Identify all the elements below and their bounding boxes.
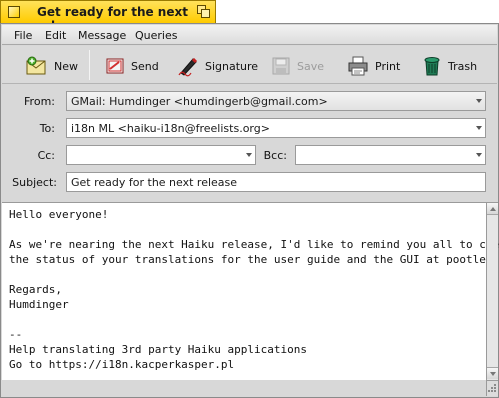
chevron-down-icon[interactable] bbox=[243, 146, 255, 164]
window-tab[interactable]: Get ready for the next release bbox=[0, 0, 216, 33]
subject-value: Get ready for the next release bbox=[71, 176, 238, 189]
cc-label: Cc: bbox=[37, 149, 55, 162]
trash-label: Trash bbox=[448, 59, 478, 73]
signature-label: Signature bbox=[205, 59, 259, 73]
toolbar: New Send Signature Save Print Trash bbox=[2, 46, 497, 84]
mail-window: File Edit Message Queries New Send Signa… bbox=[0, 23, 499, 398]
message-text: Hello everyone! As we're nearing the nex… bbox=[9, 208, 499, 371]
message-body[interactable]: Hello everyone! As we're nearing the nex… bbox=[2, 202, 499, 380]
trash-button[interactable]: Trash bbox=[422, 53, 477, 79]
new-mail-icon bbox=[26, 56, 48, 76]
arrow-up-icon bbox=[489, 206, 496, 211]
signature-pen-icon bbox=[177, 55, 199, 77]
printer-icon bbox=[347, 56, 369, 76]
to-value: i18n ML <haiku-i18n@freelists.org> bbox=[71, 122, 270, 135]
arrow-down-icon bbox=[489, 371, 496, 376]
new-button[interactable]: New bbox=[26, 53, 78, 79]
menu-file[interactable]: File bbox=[14, 29, 32, 42]
menu-queries[interactable]: Queries bbox=[135, 29, 177, 42]
new-label: New bbox=[54, 59, 78, 73]
from-account-menu[interactable]: GMail: Humdinger <humdingerb@gmail.com> bbox=[66, 91, 486, 111]
send-mail-icon bbox=[105, 56, 125, 76]
chevron-down-icon bbox=[473, 92, 485, 110]
menu-edit[interactable]: Edit bbox=[45, 29, 66, 42]
chevron-down-icon[interactable] bbox=[473, 146, 485, 164]
print-button[interactable]: Print bbox=[347, 53, 400, 79]
menu-message[interactable]: Message bbox=[78, 29, 126, 42]
chevron-down-icon[interactable] bbox=[473, 119, 485, 137]
print-label: Print bbox=[375, 59, 401, 73]
subject-label: Subject: bbox=[12, 176, 57, 189]
bcc-label: Bcc: bbox=[263, 149, 287, 162]
subject-field[interactable]: Get ready for the next release bbox=[66, 172, 486, 192]
scroll-down-button[interactable] bbox=[487, 367, 498, 379]
to-label: To: bbox=[39, 122, 55, 135]
cc-field[interactable] bbox=[66, 145, 256, 165]
send-label: Send bbox=[131, 59, 159, 73]
toolbar-separator bbox=[89, 50, 90, 80]
signature-button[interactable]: Signature bbox=[177, 53, 258, 79]
close-box[interactable] bbox=[8, 6, 20, 18]
zoom-box[interactable] bbox=[197, 5, 210, 18]
menu-bar: File Edit Message Queries bbox=[2, 25, 497, 45]
from-label: From: bbox=[24, 95, 55, 108]
from-value: GMail: Humdinger <humdingerb@gmail.com> bbox=[71, 95, 328, 108]
trash-can-icon bbox=[422, 55, 442, 77]
resize-handle-icon[interactable] bbox=[486, 380, 498, 396]
to-field[interactable]: i18n ML <haiku-i18n@freelists.org> bbox=[66, 118, 486, 138]
bcc-field[interactable] bbox=[295, 145, 486, 165]
save-button[interactable]: Save bbox=[271, 53, 324, 79]
scroll-up-button[interactable] bbox=[487, 203, 498, 215]
send-button[interactable]: Send bbox=[105, 53, 159, 79]
save-disk-icon bbox=[271, 56, 291, 76]
save-label: Save bbox=[297, 59, 325, 73]
vertical-scrollbar[interactable] bbox=[486, 202, 498, 380]
